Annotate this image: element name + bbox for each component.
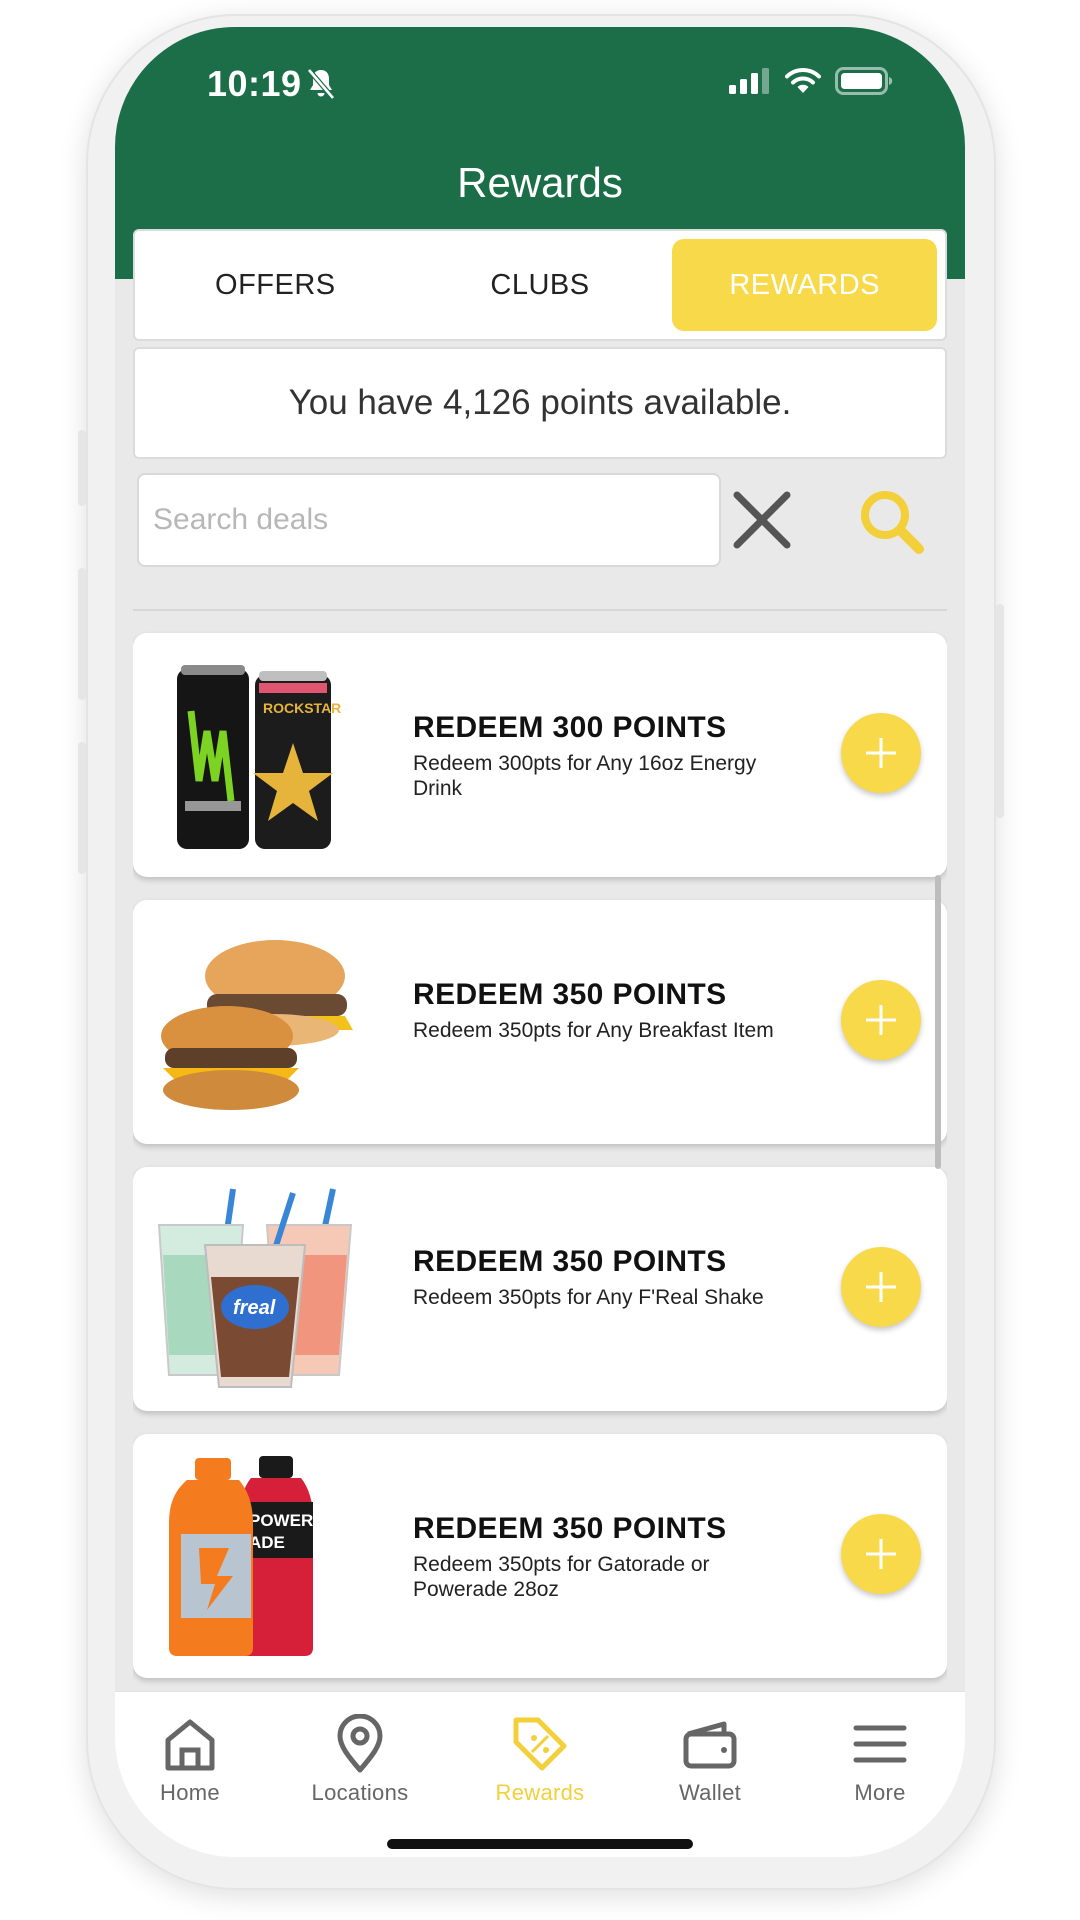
reward-card[interactable]: ROCKSTAR REDEEM 300 POINTS Redeem 300pts… bbox=[133, 633, 947, 877]
freal-shakes-image: freal bbox=[157, 1188, 353, 1388]
volume-down-button bbox=[78, 742, 86, 874]
power-button bbox=[996, 604, 1004, 818]
menu-icon bbox=[853, 1725, 907, 1763]
clear-search-icon[interactable] bbox=[727, 485, 797, 555]
page-title: Rewards bbox=[457, 159, 623, 206]
plus-icon bbox=[866, 738, 896, 768]
sports-drinks-image: POWER ADE bbox=[169, 1456, 313, 1656]
location-pin-icon bbox=[337, 1714, 383, 1773]
home-indicator[interactable] bbox=[387, 1839, 693, 1849]
list-divider bbox=[133, 609, 947, 611]
volume-up-button bbox=[78, 568, 86, 700]
svg-text:ROCKSTAR: ROCKSTAR bbox=[263, 700, 341, 716]
nav-label: More bbox=[854, 1780, 906, 1805]
add-reward-button[interactable] bbox=[841, 1247, 921, 1327]
nav-rewards[interactable]: Rewards bbox=[465, 1714, 615, 1806]
plus-icon bbox=[866, 1272, 896, 1302]
add-reward-button[interactable] bbox=[841, 713, 921, 793]
svg-text:POWER: POWER bbox=[249, 1511, 313, 1530]
mute-switch bbox=[78, 430, 86, 506]
wallet-icon bbox=[683, 1721, 737, 1769]
tab-offers[interactable]: OFFERS bbox=[143, 239, 408, 331]
search-icon[interactable] bbox=[855, 485, 927, 557]
reward-title: REDEEM 300 POINTS bbox=[413, 711, 727, 744]
svg-text:ADE: ADE bbox=[249, 1533, 285, 1552]
plus-icon bbox=[866, 1539, 896, 1569]
status-icons bbox=[729, 67, 893, 95]
status-time: 10:19 bbox=[207, 63, 302, 104]
add-reward-button[interactable] bbox=[841, 980, 921, 1060]
reward-title: REDEEM 350 POINTS bbox=[413, 1245, 727, 1278]
breakfast-sandwich-image bbox=[161, 940, 353, 1110]
list-scrollbar[interactable] bbox=[935, 875, 941, 1169]
reward-description: Redeem 350pts for Any F'Real Shake bbox=[413, 1286, 764, 1309]
nav-label: Wallet bbox=[678, 1780, 742, 1805]
search-input[interactable] bbox=[137, 473, 721, 567]
reward-description: Redeem 350pts for Any Breakfast Item bbox=[413, 1019, 774, 1042]
silent-bell-icon bbox=[307, 68, 335, 100]
reward-description: Redeem 350pts for Gatorade or Powerade 2… bbox=[413, 1553, 710, 1601]
add-reward-button[interactable] bbox=[841, 1514, 921, 1594]
nav-home[interactable]: Home bbox=[115, 1714, 265, 1806]
battery-icon bbox=[835, 67, 893, 95]
points-balance: You have 4,126 points available. bbox=[133, 347, 947, 459]
reward-card[interactable]: REDEEM 350 POINTS Redeem 350pts for Any … bbox=[133, 900, 947, 1144]
nav-label: Locations bbox=[311, 1780, 409, 1805]
nav-locations[interactable]: Locations bbox=[285, 1714, 435, 1806]
reward-description: Redeem 300pts for Any 16oz Energy Drink bbox=[413, 752, 757, 800]
app-screen: 10:19 Rewards OFFERS CLUBS REWARDS You h… bbox=[115, 27, 965, 1857]
plus-icon bbox=[866, 1005, 896, 1035]
wifi-icon bbox=[785, 68, 821, 93]
reward-card[interactable]: freal REDEEM 350 POINTS Redeem 350pts fo… bbox=[133, 1167, 947, 1411]
rewards-list: ROCKSTAR REDEEM 300 POINTS Redeem 300pts… bbox=[133, 609, 947, 1719]
tab-rewards[interactable]: REWARDS bbox=[672, 239, 938, 331]
home-icon bbox=[165, 1719, 215, 1771]
segment-tabs: OFFERS CLUBS REWARDS bbox=[133, 229, 947, 341]
tab-clubs[interactable]: CLUBS bbox=[408, 239, 673, 331]
nav-wallet[interactable]: Wallet bbox=[635, 1714, 785, 1806]
signal-icon bbox=[729, 68, 769, 94]
reward-title: REDEEM 350 POINTS bbox=[413, 978, 727, 1011]
reward-title: REDEEM 350 POINTS bbox=[413, 1512, 727, 1545]
nav-label: Home bbox=[160, 1780, 220, 1805]
bottom-nav: Home Locations Rewards Wallet More bbox=[115, 1691, 965, 1857]
svg-text:freal: freal bbox=[233, 1297, 276, 1319]
nav-label: Rewards bbox=[495, 1780, 585, 1805]
reward-card[interactable]: POWER ADE REDEEM 350 POINTS Redeem 350pt… bbox=[133, 1434, 947, 1678]
tag-percent-icon bbox=[513, 1717, 567, 1771]
energy-drink-image: ROCKSTAR bbox=[177, 665, 341, 849]
nav-more[interactable]: More bbox=[805, 1714, 955, 1806]
